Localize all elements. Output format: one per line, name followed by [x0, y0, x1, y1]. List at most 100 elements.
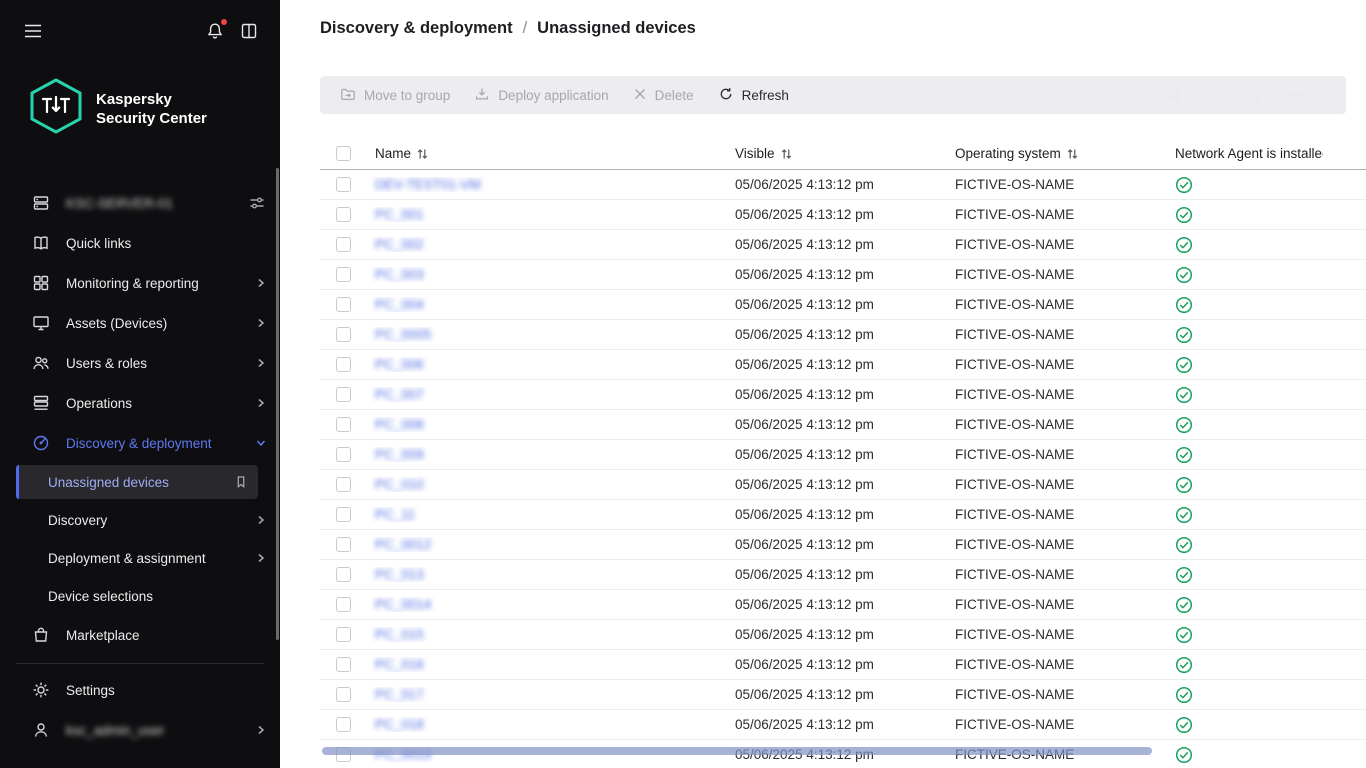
server-settings-sliders-icon[interactable]: [248, 194, 266, 212]
device-name-link[interactable]: PC_0005: [375, 327, 431, 342]
delete-button[interactable]: Delete: [621, 76, 706, 114]
column-header-network-agent[interactable]: Network Agent is installed: [1160, 146, 1366, 161]
row-checkbox[interactable]: [336, 537, 351, 552]
device-name-link[interactable]: PC_002: [375, 237, 424, 252]
deploy-application-button[interactable]: Deploy application: [462, 76, 620, 114]
device-name-link[interactable]: PC_015: [375, 627, 424, 642]
row-checkbox[interactable]: [336, 687, 351, 702]
sort-icon[interactable]: [781, 148, 792, 160]
device-name-link[interactable]: PC_007: [375, 387, 424, 402]
device-name-link[interactable]: PC_0014: [375, 597, 431, 612]
sort-icon[interactable]: [417, 148, 428, 160]
row-checkbox[interactable]: [336, 327, 351, 342]
sidebar-item-quick-links[interactable]: Quick links: [0, 223, 280, 263]
sidebar-item-users-roles[interactable]: Users & roles: [0, 343, 280, 383]
row-checkbox[interactable]: [336, 387, 351, 402]
table-row[interactable]: PC_0014 05/06/2025 4:13:12 pm FICTIVE-OS…: [320, 590, 1366, 620]
table-row[interactable]: PC_007 05/06/2025 4:13:12 pm FICTIVE-OS-…: [320, 380, 1366, 410]
sidebar-item-operations[interactable]: Operations: [0, 383, 280, 423]
brand: Kaspersky Security Center: [30, 78, 280, 139]
sidebar-item-account[interactable]: ksc_admin_user: [0, 710, 280, 750]
sidebar-subitem-device-selections[interactable]: Device selections: [0, 577, 280, 615]
sidebar-item-settings[interactable]: Settings: [0, 670, 280, 710]
table-row[interactable]: PC_010 05/06/2025 4:13:12 pm FICTIVE-OS-…: [320, 470, 1366, 500]
table-row[interactable]: PC_11 05/06/2025 4:13:12 pm FICTIVE-OS-N…: [320, 500, 1366, 530]
table-row[interactable]: PC_016 05/06/2025 4:13:12 pm FICTIVE-OS-…: [320, 650, 1366, 680]
table-row[interactable]: PC_004 05/06/2025 4:13:12 pm FICTIVE-OS-…: [320, 290, 1366, 320]
table-row[interactable]: PC_009 05/06/2025 4:13:12 pm FICTIVE-OS-…: [320, 440, 1366, 470]
search-icon[interactable]: [1165, 87, 1182, 104]
sidebar-subitem-discovery[interactable]: Discovery: [0, 501, 280, 539]
row-checkbox[interactable]: [336, 447, 351, 462]
device-name-link[interactable]: PC_013: [375, 567, 424, 582]
table-row[interactable]: PC_0005 05/06/2025 4:13:12 pm FICTIVE-OS…: [320, 320, 1366, 350]
row-checkbox[interactable]: [336, 207, 351, 222]
sidebar-item-discovery-deployment[interactable]: Discovery & deployment: [0, 423, 280, 463]
row-checkbox[interactable]: [336, 417, 351, 432]
device-name-link[interactable]: PC_016: [375, 657, 424, 672]
sidebar-item-marketplace[interactable]: Marketplace: [0, 615, 280, 655]
sidebar-item-admin-server[interactable]: KSC-SERVER-01: [0, 183, 280, 223]
table-row[interactable]: PC_0012 05/06/2025 4:13:12 pm FICTIVE-OS…: [320, 530, 1366, 560]
table-row[interactable]: PC_008 05/06/2025 4:13:12 pm FICTIVE-OS-…: [320, 410, 1366, 440]
main-area: Discovery & deployment / Unassigned devi…: [280, 0, 1366, 768]
row-checkbox[interactable]: [336, 507, 351, 522]
row-checkbox[interactable]: [336, 717, 351, 732]
row-checkbox[interactable]: [336, 237, 351, 252]
visible-cell: 05/06/2025 4:13:12 pm: [720, 507, 940, 522]
device-name-link[interactable]: DEV-TEST01-VM: [375, 177, 481, 192]
row-checkbox[interactable]: [336, 567, 351, 582]
sort-icon[interactable]: [1067, 148, 1078, 160]
device-name-link[interactable]: PC_11: [375, 507, 415, 522]
table-row[interactable]: PC_001 05/06/2025 4:13:12 pm FICTIVE-OS-…: [320, 200, 1366, 230]
column-header-name[interactable]: Name: [360, 146, 720, 161]
notifications-bell-icon[interactable]: [206, 22, 224, 40]
sidebar-subitem-deployment-assignment[interactable]: Deployment & assignment: [0, 539, 280, 577]
sidebar-subitem-unassigned-devices[interactable]: Unassigned devices: [16, 465, 258, 499]
row-checkbox[interactable]: [336, 297, 351, 312]
table-row[interactable]: DEV-TEST01-VM 05/06/2025 4:13:12 pm FICT…: [320, 170, 1366, 200]
row-checkbox[interactable]: [336, 177, 351, 192]
table-row[interactable]: PC_017 05/06/2025 4:13:12 pm FICTIVE-OS-…: [320, 680, 1366, 710]
table-row[interactable]: PC_006 05/06/2025 4:13:12 pm FICTIVE-OS-…: [320, 350, 1366, 380]
breadcrumb-parent[interactable]: Discovery & deployment: [320, 19, 513, 38]
device-name-link[interactable]: PC_004: [375, 297, 424, 312]
side-panel-icon[interactable]: [240, 22, 258, 40]
sidebar-item-assets[interactable]: Assets (Devices): [0, 303, 280, 343]
table-row[interactable]: PC_018 05/06/2025 4:13:12 pm FICTIVE-OS-…: [320, 710, 1366, 740]
move-to-group-button[interactable]: Move to group: [328, 76, 462, 114]
row-checkbox[interactable]: [336, 597, 351, 612]
horizontal-scrollbar[interactable]: [322, 747, 1152, 755]
column-header-os[interactable]: Operating system: [940, 146, 1160, 161]
sidebar-scrollbar[interactable]: [276, 168, 279, 640]
device-name-link[interactable]: PC_003: [375, 267, 424, 282]
device-name-link[interactable]: PC_008: [375, 417, 424, 432]
column-header-visible[interactable]: Visible: [720, 146, 940, 161]
refresh-button[interactable]: Refresh: [706, 76, 801, 114]
row-checkbox[interactable]: [336, 267, 351, 282]
row-checkbox[interactable]: [336, 357, 351, 372]
device-name-link[interactable]: PC_018: [375, 717, 424, 732]
device-name-link[interactable]: PC_001: [375, 207, 424, 222]
table-row[interactable]: PC_015 05/06/2025 4:13:12 pm FICTIVE-OS-…: [320, 620, 1366, 650]
table-row[interactable]: PC_013 05/06/2025 4:13:12 pm FICTIVE-OS-…: [320, 560, 1366, 590]
row-checkbox[interactable]: [336, 477, 351, 492]
device-name-link[interactable]: PC_010: [375, 477, 424, 492]
table-row[interactable]: PC_002 05/06/2025 4:13:12 pm FICTIVE-OS-…: [320, 230, 1366, 260]
row-checkbox[interactable]: [336, 657, 351, 672]
filter-funnel-icon[interactable]: [1247, 87, 1264, 104]
device-name-link[interactable]: PC_0012: [375, 537, 431, 552]
table-row[interactable]: PC_003 05/06/2025 4:13:12 pm FICTIVE-OS-…: [320, 260, 1366, 290]
agent-cell: [1160, 506, 1366, 524]
device-name-link[interactable]: PC_009: [375, 447, 424, 462]
bookmark-icon[interactable]: [234, 475, 248, 489]
row-checkbox[interactable]: [336, 627, 351, 642]
device-name-link[interactable]: PC_006: [375, 357, 424, 372]
more-ellipsis-icon[interactable]: [1288, 86, 1306, 104]
table-settings-gear-icon[interactable]: [1206, 87, 1223, 104]
row-checkbox-cell: [320, 357, 360, 372]
sidebar-item-monitoring[interactable]: Monitoring & reporting: [0, 263, 280, 303]
hamburger-menu-icon[interactable]: [24, 24, 42, 38]
device-name-link[interactable]: PC_017: [375, 687, 424, 702]
select-all-checkbox[interactable]: [336, 146, 351, 161]
